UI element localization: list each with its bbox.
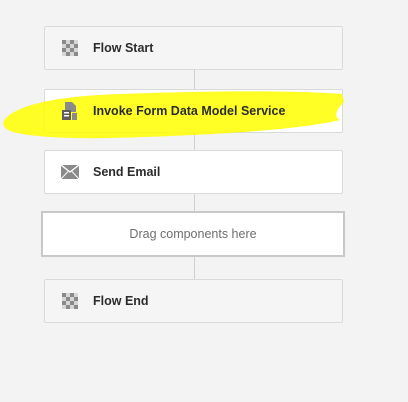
step-flow-end[interactable]: Flow End <box>44 279 343 323</box>
step-label: Flow Start <box>93 41 154 55</box>
step-send-email[interactable]: Send Email <box>44 150 343 194</box>
dropzone-label: Drag components here <box>129 227 257 241</box>
workflow-canvas: Flow Start Invoke Form Data Model Servic… <box>0 0 408 402</box>
step-label: Invoke Form Data Model Service <box>93 104 286 118</box>
form-data-model-icon <box>60 101 80 121</box>
connector-line <box>194 132 195 150</box>
step-label: Send Email <box>93 165 161 179</box>
connector-line <box>194 70 195 90</box>
step-flow-start[interactable]: Flow Start <box>44 26 343 70</box>
step-invoke-form-data-model-service[interactable]: Invoke Form Data Model Service <box>44 89 343 133</box>
connector-line <box>194 194 195 211</box>
component-dropzone[interactable]: Drag components here <box>41 211 345 257</box>
checkerboard-icon <box>60 38 80 58</box>
envelope-icon <box>60 162 80 182</box>
connector-line <box>194 257 195 279</box>
checkerboard-icon <box>60 291 80 311</box>
step-label: Flow End <box>93 294 149 308</box>
